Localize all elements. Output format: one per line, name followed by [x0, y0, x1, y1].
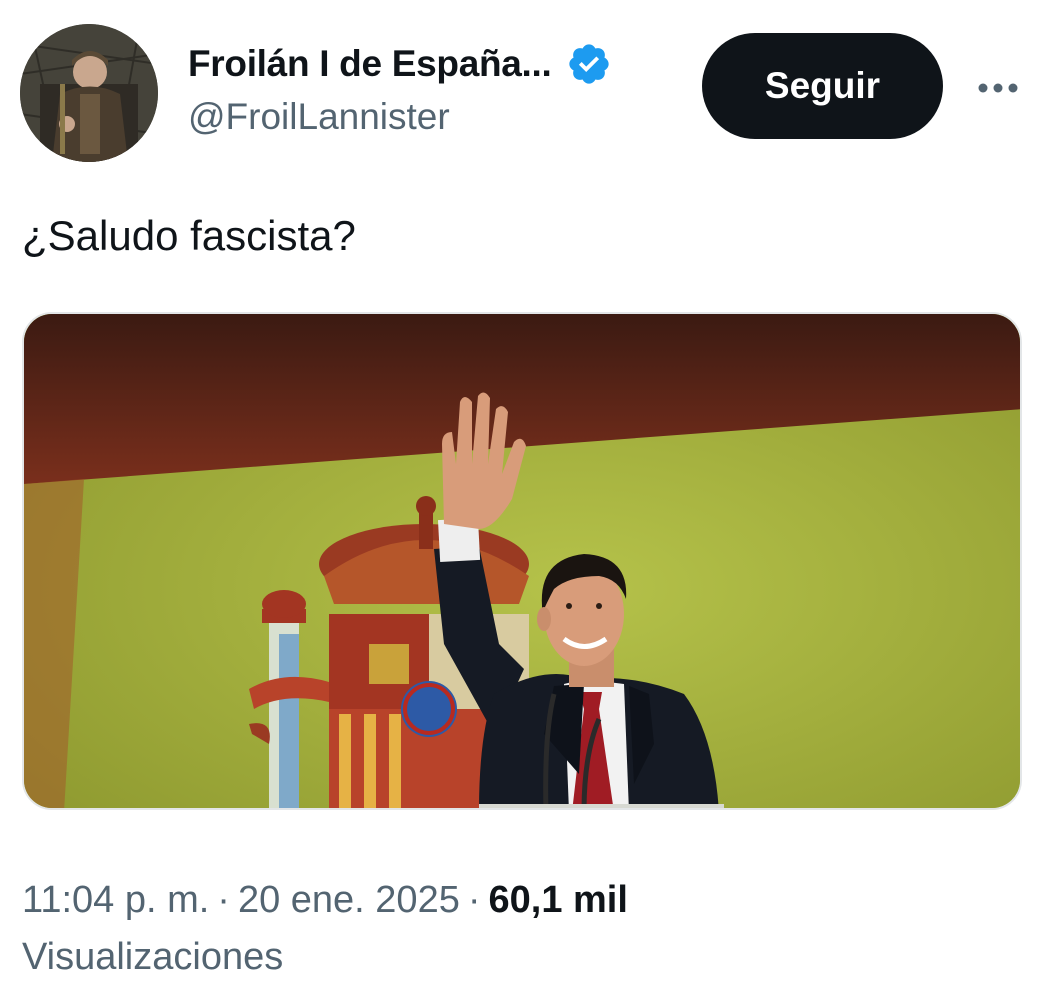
- views-label: Visualizaciones: [22, 936, 284, 978]
- tweet-text: ¿Saludo fascista?: [22, 212, 356, 259]
- views-count: 60,1 mil: [488, 879, 628, 921]
- tweet-photo: [24, 314, 1020, 808]
- more-options-icon[interactable]: [972, 66, 1024, 110]
- author-avatar[interactable]: [20, 24, 158, 162]
- verified-badge-icon[interactable]: [566, 41, 612, 87]
- meta-separator: ·: [217, 879, 230, 921]
- follow-button[interactable]: Seguir: [702, 33, 943, 139]
- meta-separator-2: ·: [467, 879, 481, 921]
- author-display-name[interactable]: Froilán I de España...: [188, 43, 552, 85]
- author-name-row: Froilán I de España...: [188, 38, 612, 90]
- tweet-date[interactable]: 20 ene. 2025: [238, 879, 460, 921]
- tweet-media[interactable]: [22, 312, 1022, 810]
- avatar-image: [20, 24, 158, 162]
- tweet-time[interactable]: 11:04 p. m.: [22, 879, 209, 921]
- author-handle[interactable]: @FroilLannister: [188, 96, 450, 138]
- tweet-meta: 11:04 p. m. · 20 ene. 2025 · 60,1 mil Visual…: [22, 872, 1022, 986]
